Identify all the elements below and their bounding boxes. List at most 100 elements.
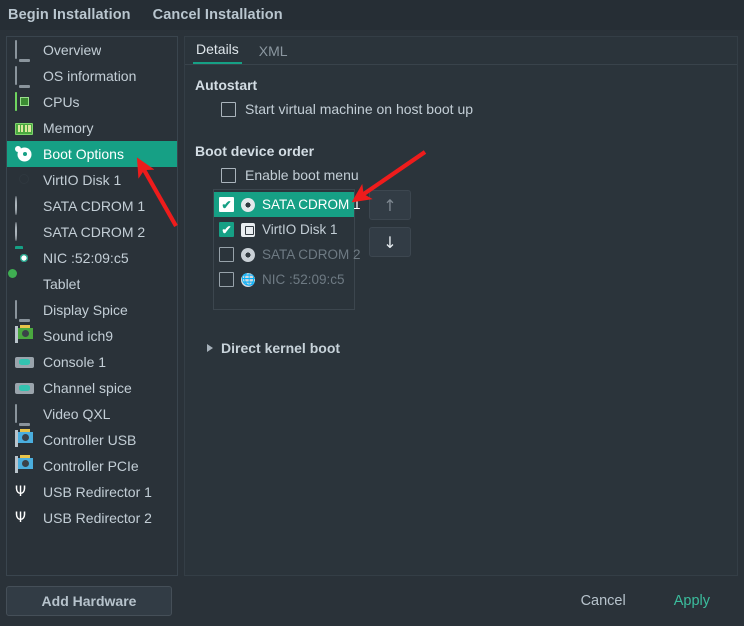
begin-installation-button[interactable]: Begin Installation — [8, 7, 131, 23]
autostart-checkbox[interactable] — [221, 101, 236, 117]
sidebar-item-label: OS information — [43, 68, 137, 84]
apply-button[interactable]: Apply — [674, 593, 710, 609]
enable-boot-menu-label: Enable boot menu — [245, 167, 359, 183]
chevron-right-icon — [207, 344, 213, 352]
monitor-icon — [15, 403, 34, 424]
sidebar-item-sound-ich9[interactable]: Sound ich9 — [7, 323, 177, 349]
sidebar-item-sata-cdrom-2[interactable]: SATA CDROM 2 — [7, 219, 177, 245]
sidebar-item-console-1[interactable]: Console 1 — [7, 349, 177, 375]
cpu-chip-icon — [15, 91, 34, 112]
monitor-icon — [15, 39, 34, 60]
footer-bar: Cancel Apply — [178, 576, 744, 626]
network-card-icon — [15, 249, 34, 268]
sidebar-item-label: Controller PCIe — [43, 458, 139, 474]
sidebar-item-boot-options[interactable]: Boot Options — [7, 141, 177, 167]
cancel-button[interactable]: Cancel — [581, 593, 626, 609]
boot-device-checkbox[interactable] — [219, 247, 234, 262]
hard-disk-icon — [15, 171, 34, 190]
sidebar-item-label: USB Redirector 1 — [43, 484, 152, 500]
boot-device-row[interactable]: SATA CDROM 2 — [214, 242, 361, 267]
usb-icon — [15, 509, 34, 528]
boot-device-checkbox[interactable]: ✔ — [219, 197, 234, 212]
hardware-sidebar[interactable]: Overview OS information CPUs Memory Boot Opt… — [6, 36, 178, 576]
sidebar-item-label: Sound ich9 — [43, 328, 114, 344]
cdrom-disc-icon — [15, 221, 34, 242]
sidebar-item-tablet[interactable]: Tablet — [7, 271, 177, 297]
sidebar-item-label: USB Redirector 2 — [43, 510, 152, 526]
enable-boot-menu-row[interactable]: Enable boot menu — [195, 167, 727, 183]
sidebar-item-os-information[interactable]: OS information — [7, 63, 177, 89]
boot-device-label: NIC :52:09:c5 — [262, 272, 345, 287]
sidebar-item-display-spice[interactable]: Display Spice — [7, 297, 177, 323]
tab-xml[interactable]: XML — [256, 43, 291, 64]
boot-device-label: VirtIO Disk 1 — [262, 222, 338, 237]
sidebar-item-channel-spice[interactable]: Channel spice — [7, 375, 177, 401]
boot-order-buttons: ↑ ↓ — [369, 189, 411, 310]
pcie-controller-icon — [15, 454, 34, 476]
sidebar-item-label: VirtIO Disk 1 — [43, 172, 122, 188]
boot-device-row[interactable]: NIC :52:09:c5 — [214, 267, 354, 292]
hard-disk-icon — [241, 222, 255, 237]
gear-icon — [15, 145, 34, 164]
hardware-list: Overview OS information CPUs Memory Boot Opt… — [7, 37, 177, 531]
move-down-button[interactable]: ↓ — [369, 227, 411, 257]
autostart-label: Start virtual machine on host boot up — [245, 101, 474, 117]
boot-device-checkbox[interactable]: ✔ — [219, 222, 234, 237]
tablet-icon — [15, 275, 34, 294]
top-toolbar: Begin Installation Cancel Installation — [0, 0, 744, 30]
boot-device-list[interactable]: ✔ SATA CDROM 1 ✔ VirtIO Disk 1 SATA CDROM 2 N… — [213, 189, 361, 310]
boot-device-label: SATA CDROM 1 — [262, 197, 361, 212]
network-globe-icon — [241, 272, 255, 287]
autostart-heading: Autostart — [195, 77, 258, 93]
cancel-installation-button[interactable]: Cancel Installation — [153, 7, 283, 23]
direct-kernel-boot-expander[interactable]: Direct kernel boot — [195, 340, 727, 356]
cdrom-disc-icon — [241, 197, 255, 212]
sidebar-item-label: CPUs — [43, 94, 80, 110]
usb-icon — [15, 483, 34, 502]
details-content: Autostart Start virtual machine on host … — [185, 65, 737, 356]
sidebar-item-cpus[interactable]: CPUs — [7, 89, 177, 115]
sidebar-item-usb-redirector-2[interactable]: USB Redirector 2 — [7, 505, 177, 531]
enable-boot-menu-checkbox[interactable] — [221, 167, 236, 183]
cdrom-disc-icon — [15, 195, 34, 216]
add-hardware-button[interactable]: Add Hardware — [6, 586, 172, 616]
boot-device-checkbox[interactable] — [219, 272, 234, 287]
sidebar-item-sata-cdrom-1[interactable]: SATA CDROM 1 — [7, 193, 177, 219]
move-up-button[interactable]: ↑ — [369, 190, 411, 220]
sidebar-item-label: SATA CDROM 1 — [43, 198, 146, 214]
sound-card-icon — [15, 324, 34, 346]
boot-device-row[interactable]: ✔ SATA CDROM 1 — [214, 192, 361, 217]
autostart-row[interactable]: Start virtual machine on host boot up — [195, 101, 727, 117]
sidebar-item-label: Console 1 — [43, 354, 107, 370]
sidebar-item-label: NIC :52:09:c5 — [43, 250, 129, 266]
sidebar-item-label: Video QXL — [43, 406, 111, 422]
memory-stick-icon — [15, 119, 34, 138]
sidebar-item-label: Controller USB — [43, 432, 137, 448]
sidebar-item-memory[interactable]: Memory — [7, 115, 177, 141]
sidebar-item-label: Tablet — [43, 276, 81, 292]
monitor-icon — [15, 65, 34, 86]
body-split: Overview OS information CPUs Memory Boot Opt… — [0, 30, 744, 576]
sidebar-item-label: Overview — [43, 42, 102, 58]
tab-details[interactable]: Details — [193, 41, 242, 64]
sidebar-item-controller-usb[interactable]: Controller USB — [7, 427, 177, 453]
tab-bar: Details XML — [185, 37, 737, 65]
virt-manager-window: Begin Installation Cancel Installation O… — [0, 0, 744, 626]
sidebar-item-controller-pcie[interactable]: Controller PCIe — [7, 453, 177, 479]
serial-port-icon — [15, 379, 34, 398]
direct-kernel-boot-label: Direct kernel boot — [221, 340, 341, 356]
serial-port-icon — [15, 353, 34, 372]
sidebar-item-overview[interactable]: Overview — [7, 37, 177, 63]
boot-device-row[interactable]: ✔ VirtIO Disk 1 — [214, 217, 354, 242]
sidebar-item-usb-redirector-1[interactable]: USB Redirector 1 — [7, 479, 177, 505]
cdrom-disc-icon — [241, 247, 255, 262]
sidebar-item-label: Memory — [43, 120, 94, 136]
sidebar-item-virtio-disk-1[interactable]: VirtIO Disk 1 — [7, 167, 177, 193]
monitor-icon — [15, 299, 34, 320]
sidebar-item-video-qxl[interactable]: Video QXL — [7, 401, 177, 427]
usb-controller-icon — [15, 428, 34, 450]
boot-order-area: ✔ SATA CDROM 1 ✔ VirtIO Disk 1 SATA CDROM 2 N… — [195, 189, 727, 310]
sidebar-item-nic-52-09-c5[interactable]: NIC :52:09:c5 — [7, 245, 177, 271]
add-hardware-area: Add Hardware — [6, 586, 172, 616]
